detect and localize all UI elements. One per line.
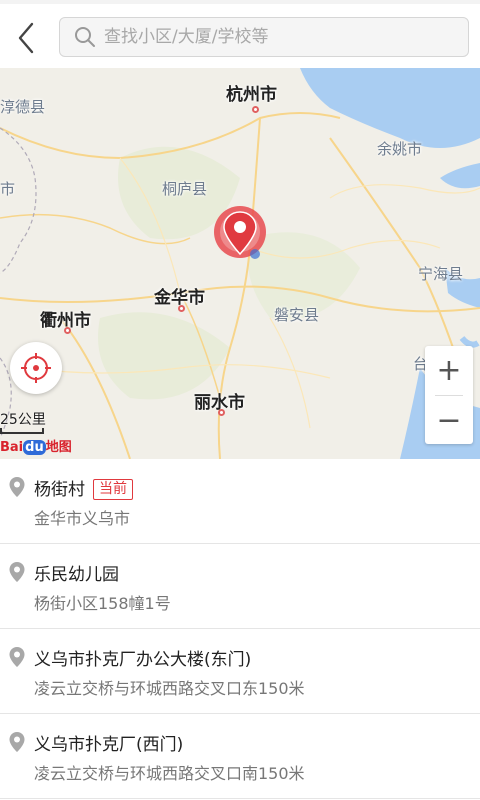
map-scale-label: 25公里 (0, 412, 46, 428)
crosshair-icon (21, 353, 51, 383)
map-label-tonglu: 桐庐县 (162, 180, 208, 198)
search-box[interactable] (59, 17, 469, 57)
map-label-panan: 磐安县 (274, 306, 320, 324)
map-label-hangzhou: 杭州市 (226, 85, 277, 105)
result-address: 杨街小区158幢1号 (34, 594, 171, 613)
result-name: 乐民幼儿园 (34, 565, 119, 585)
baidu-map-logo: Bai du 地图 (0, 436, 72, 455)
location-pin-icon (9, 732, 25, 752)
list-item[interactable]: 义乌市扑克厂(西门) 凌云立交桥与环城西路交叉口南150米 (0, 714, 480, 799)
map-label-edge-city: 市 (0, 180, 16, 198)
city-dot-jinhua (178, 305, 185, 312)
zoom-out-button[interactable]: − (425, 396, 473, 445)
result-address: 凌云立交桥与环城西路交叉口南150米 (34, 764, 305, 783)
location-pin-icon (9, 647, 25, 667)
location-marker-icon[interactable] (210, 204, 270, 268)
search-input[interactable] (102, 26, 468, 48)
chevron-left-icon (18, 22, 34, 54)
logo-text: Bai (0, 440, 24, 455)
map-label-chunde: 淳德县 (0, 98, 46, 116)
result-name: 杨街村 当前 (34, 475, 133, 500)
list-item[interactable]: 杨街村 当前 金华市义乌市 (0, 459, 480, 544)
list-item[interactable]: 义乌市扑克厂办公大楼(东门) 凌云立交桥与环城西路交叉口东150米 (0, 629, 480, 714)
result-address: 金华市义乌市 (34, 509, 131, 528)
locate-me-button[interactable] (10, 342, 62, 394)
logo-map-text: 地图 (45, 440, 72, 455)
map-view[interactable]: 杭州市 淳德县 余姚市 桐庐县 市 宁海县 金华市 衢州市 磐安县 丽水市 台 … (0, 68, 480, 459)
zoom-control: + − (425, 346, 473, 444)
nearby-results-list: 杨街村 当前 金华市义乌市 乐民幼儿园 杨街小区158幢1号 义乌市扑克厂办公大楼… (0, 459, 480, 799)
back-button[interactable] (10, 18, 42, 58)
city-dot-hangzhou (252, 106, 259, 113)
list-item[interactable]: 乐民幼儿园 杨街小区158幢1号 (0, 544, 480, 629)
map-label-ninghai: 宁海县 (418, 265, 464, 283)
top-bar (0, 0, 480, 68)
location-pin-icon (9, 477, 25, 497)
current-badge: 当前 (93, 479, 133, 500)
result-name: 义乌市扑克厂办公大楼(东门) (34, 650, 252, 670)
logo-du: du (23, 440, 46, 455)
map-label-yuyao: 余姚市 (377, 140, 423, 158)
result-name: 义乌市扑克厂(西门) (34, 735, 184, 755)
result-address: 凌云立交桥与环城西路交叉口东150米 (34, 679, 305, 698)
city-dot-lishui (218, 409, 225, 416)
map-scale-bar (0, 428, 44, 434)
zoom-in-button[interactable]: + (425, 346, 473, 395)
result-name-text: 杨街村 (34, 480, 85, 500)
city-dot-quzhou (64, 327, 71, 334)
location-pin-icon (9, 562, 25, 582)
search-icon (75, 27, 95, 47)
